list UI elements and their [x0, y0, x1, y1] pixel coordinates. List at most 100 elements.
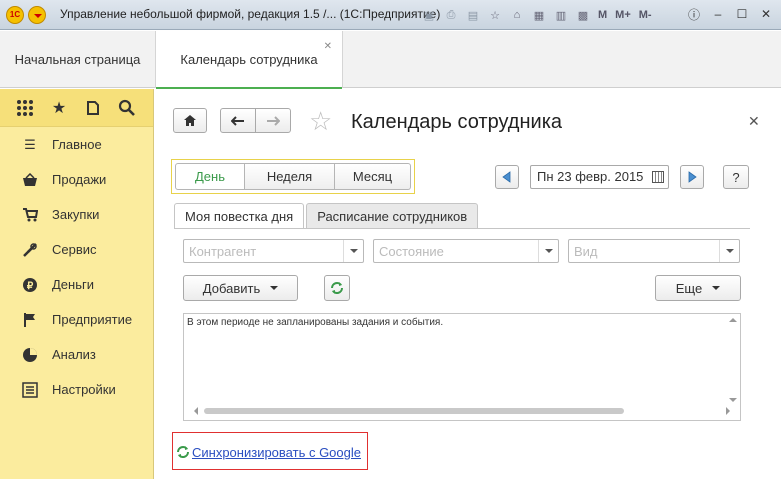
tab-my-agenda[interactable]: Моя повестка дня [174, 203, 305, 229]
calendar-picker-icon[interactable] [652, 171, 664, 183]
open-tabs-bar: Начальная страница Календарь сотрудника … [0, 31, 781, 89]
scroll-right-icon[interactable] [726, 407, 730, 415]
sidebar-item-label: Анализ [52, 347, 96, 362]
sync-icon [177, 446, 189, 458]
save-icon[interactable]: ▣ [420, 7, 438, 23]
forward-button[interactable] [255, 108, 291, 133]
add-button[interactable]: Добавить [183, 275, 298, 301]
period-month-button[interactable]: Месяц [335, 163, 411, 190]
sync-with-google-link[interactable]: Синхронизировать с Google [192, 445, 361, 460]
pie-chart-icon [22, 347, 38, 363]
more-button-label: Еще [675, 280, 703, 296]
blue-arrow-right-icon [688, 171, 697, 183]
coin-icon: ₽ [22, 277, 38, 293]
sidebar-item-service[interactable]: Сервис [0, 232, 153, 267]
print-icon[interactable]: ⎙ [442, 7, 460, 23]
tab-employee-schedule[interactable]: Расписание сотрудников [306, 203, 479, 229]
tab-label: Начальная страница [14, 52, 141, 67]
basket-icon [22, 172, 38, 188]
sidebar-item-label: Продажи [52, 172, 107, 187]
spreadsheet-icon[interactable]: ▦ [530, 7, 548, 23]
app-logo-icon[interactable]: 1С [6, 6, 24, 24]
period-week-button[interactable]: Неделя [245, 163, 335, 190]
memory-m-button[interactable]: M [596, 7, 609, 23]
status-placeholder: Состояние [379, 244, 444, 259]
favorites-icon[interactable]: ☆ [486, 7, 504, 23]
window-titlebar: 1С Управление небольшой фирмой, редакция… [0, 0, 781, 30]
preview-icon[interactable]: ▤ [464, 7, 482, 23]
search-icon[interactable] [116, 97, 138, 119]
date-value: Пн 23 февр. 2015 [537, 169, 644, 184]
kind-filter[interactable]: Вид [568, 239, 740, 263]
settings-list-icon [22, 381, 38, 398]
period-selector: День Неделя Месяц [171, 159, 415, 194]
info-icon[interactable]: ⓘ [683, 5, 705, 23]
sidebar-item-label: Главное [52, 137, 102, 152]
back-button[interactable] [220, 108, 256, 133]
more-button[interactable]: Еще [655, 275, 741, 301]
minimize-icon[interactable]: ‒ [707, 5, 729, 23]
next-date-button[interactable] [680, 165, 704, 189]
add-to-favorites-star-icon[interactable]: ☆ [309, 107, 332, 135]
tab-close-icon[interactable]: ✕ [324, 41, 332, 52]
bookmark-icon[interactable]: ⌂ [508, 7, 526, 23]
maximize-icon[interactable]: ☐ [731, 5, 753, 23]
horizontal-scrollbar[interactable] [194, 406, 730, 416]
empty-events-message: В этом периоде не запланированы задания … [187, 317, 444, 328]
tab-home-page[interactable]: Начальная страница [0, 31, 156, 88]
sidebar-item-label: Деньги [52, 277, 94, 292]
sidebar-item-settings[interactable]: Настройки [0, 372, 153, 407]
sections-sidebar: ★ ☰ Главное Продажи Закупки Сервис ₽ Ден… [0, 89, 154, 479]
arrow-left-icon [231, 115, 244, 126]
counterparty-filter[interactable]: Контрагент [183, 239, 364, 263]
scrollbar-thumb[interactable] [204, 408, 624, 414]
form-close-icon[interactable]: ✕ [748, 113, 760, 130]
home-button[interactable] [173, 108, 207, 133]
apps-grid-icon[interactable] [14, 97, 36, 119]
sidebar-item-purchases[interactable]: Закупки [0, 197, 153, 232]
sidebar-item-enterprise[interactable]: Предприятие [0, 302, 153, 337]
dropdown-arrow-icon[interactable] [343, 240, 363, 262]
counterparty-placeholder: Контрагент [189, 244, 257, 259]
close-icon[interactable]: ✕ [755, 5, 777, 23]
main-menu-icon[interactable] [28, 6, 46, 24]
add-button-label: Добавить [202, 280, 261, 296]
chevron-down-icon [712, 286, 721, 290]
scroll-left-icon[interactable] [194, 407, 198, 415]
scroll-down-icon[interactable] [729, 398, 737, 402]
page-title: Календарь сотрудника [351, 111, 563, 133]
status-filter[interactable]: Состояние [373, 239, 559, 263]
chevron-down-icon [270, 286, 279, 290]
tools-icon [22, 242, 38, 258]
arrow-right-icon [267, 115, 280, 126]
calculator-icon[interactable]: ▩ [574, 7, 592, 23]
star-icon[interactable]: ★ [48, 97, 70, 119]
dropdown-arrow-icon[interactable] [538, 240, 558, 262]
sidebar-item-money[interactable]: ₽ Деньги [0, 267, 153, 302]
blue-arrow-left-icon [502, 171, 511, 183]
tab-employee-calendar[interactable]: Календарь сотрудника ✕ [156, 31, 343, 89]
date-field[interactable]: Пн 23 февр. 2015 [530, 165, 669, 189]
calendar-icon[interactable]: ▥ [552, 7, 570, 23]
memory-minus-button[interactable]: M- [637, 7, 654, 23]
memory-plus-button[interactable]: M+ [613, 7, 633, 23]
employee-calendar-form: ☆ Календарь сотрудника ✕ День Неделя Мес… [155, 89, 781, 479]
sidebar-item-sales[interactable]: Продажи [0, 162, 153, 197]
sidebar-item-main[interactable]: ☰ Главное [0, 127, 153, 162]
scroll-up-icon[interactable] [729, 318, 737, 322]
refresh-button[interactable] [324, 275, 350, 301]
titlebar-toolbar: ▣ ⎙ ▤ ☆ ⌂ ▦ ▥ ▩ M M+ M- [420, 6, 654, 24]
help-button[interactable]: ? [723, 165, 749, 189]
sidebar-item-label: Предприятие [52, 312, 133, 327]
sidebar-item-label: Сервис [52, 242, 97, 257]
home-icon [184, 115, 196, 126]
previous-date-button[interactable] [495, 165, 519, 189]
dropdown-arrow-icon[interactable] [719, 240, 739, 262]
events-list[interactable]: В этом периоде не запланированы задания … [183, 313, 741, 421]
period-day-button[interactable]: День [175, 163, 245, 190]
svg-text:₽: ₽ [27, 281, 34, 292]
history-icon[interactable] [82, 97, 104, 119]
form-tabs: Моя повестка дня Расписание сотрудников [174, 203, 479, 229]
sidebar-item-analysis[interactable]: Анализ [0, 337, 153, 372]
sidebar-item-label: Закупки [52, 207, 100, 222]
